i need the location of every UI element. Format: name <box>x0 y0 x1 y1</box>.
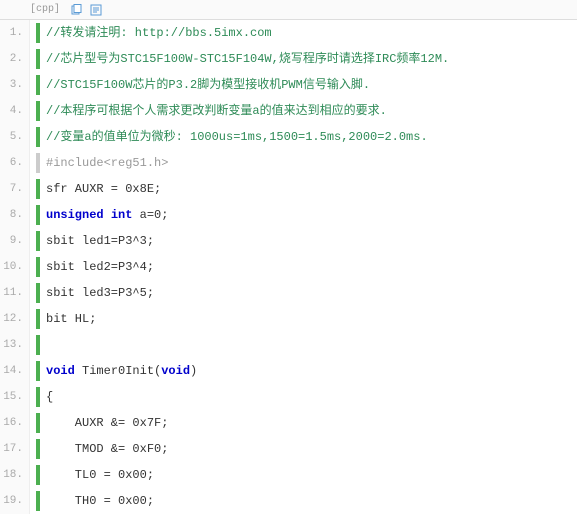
line-number: 5. <box>0 124 30 150</box>
code-line: 16. AUXR &= 0x7F; <box>0 410 577 436</box>
code-text: sbit led3=P3^5; <box>46 280 577 306</box>
code-text: sbit led1=P3^3; <box>46 228 577 254</box>
code-line: 3. //STC15F100W芯片的P3.2脚为模型接收机PWM信号输入脚. <box>0 72 577 98</box>
code-line: 8. unsigned int a=0; <box>0 202 577 228</box>
code-line: 12. bit HL; <box>0 306 577 332</box>
code-block: 1. //转发请注明: http://bbs.5imx.com 2. //芯片型号为S… <box>0 20 577 514</box>
code-line: 15. { <box>0 384 577 410</box>
code-text: bit HL; <box>46 306 577 332</box>
change-bar <box>36 49 40 69</box>
code-text <box>46 332 577 358</box>
change-bar <box>36 387 40 407</box>
line-number: 3. <box>0 72 30 98</box>
line-number: 16. <box>0 410 30 436</box>
code-line: 14. void Timer0Init(void) <box>0 358 577 384</box>
code-line: 11. sbit led3=P3^5; <box>0 280 577 306</box>
change-bar <box>36 361 40 381</box>
line-number: 2. <box>0 46 30 72</box>
code-text: //变量a的值单位为微秒: 1000us=1ms,1500=1.5ms,2000… <box>46 124 577 150</box>
code-header: [cpp] <box>0 0 577 20</box>
line-number: 11. <box>0 280 30 306</box>
code-text: AUXR &= 0x7F; <box>46 410 577 436</box>
line-number: 19. <box>0 488 30 514</box>
change-bar <box>36 75 40 95</box>
change-bar <box>36 231 40 251</box>
line-number: 12. <box>0 306 30 332</box>
change-bar <box>36 257 40 277</box>
code-line: 19. TH0 = 0x00; <box>0 488 577 514</box>
code-text: #include<reg51.h> <box>46 150 577 176</box>
line-number: 13. <box>0 332 30 358</box>
change-bar <box>36 283 40 303</box>
code-text: //本程序可根据个人需求更改判断变量a的值来达到相应的要求. <box>46 98 577 124</box>
code-text: TH0 = 0x00; <box>46 488 577 514</box>
code-line: 10. sbit led2=P3^4; <box>0 254 577 280</box>
copy-icon[interactable] <box>70 4 82 16</box>
code-text: TL0 = 0x00; <box>46 462 577 488</box>
code-text: //STC15F100W芯片的P3.2脚为模型接收机PWM信号输入脚. <box>46 72 577 98</box>
line-number: 14. <box>0 358 30 384</box>
change-bar <box>36 153 40 173</box>
line-number: 10. <box>0 254 30 280</box>
line-number: 18. <box>0 462 30 488</box>
code-line: 18. TL0 = 0x00; <box>0 462 577 488</box>
line-number: 4. <box>0 98 30 124</box>
change-bar <box>36 413 40 433</box>
code-line: 4. //本程序可根据个人需求更改判断变量a的值来达到相应的要求. <box>0 98 577 124</box>
line-number: 15. <box>0 384 30 410</box>
code-text: sfr AUXR = 0x8E; <box>46 176 577 202</box>
line-number: 9. <box>0 228 30 254</box>
change-bar <box>36 179 40 199</box>
code-text: //芯片型号为STC15F100W-STC15F104W,烧写程序时请选择IRC… <box>46 46 577 72</box>
language-tag: [cpp] <box>30 4 60 15</box>
code-line: 9. sbit led1=P3^3; <box>0 228 577 254</box>
change-bar <box>36 465 40 485</box>
line-number: 17. <box>0 436 30 462</box>
code-line: 6. #include<reg51.h> <box>0 150 577 176</box>
change-bar <box>36 205 40 225</box>
code-line: 2. //芯片型号为STC15F100W-STC15F104W,烧写程序时请选择I… <box>0 46 577 72</box>
code-text: //转发请注明: http://bbs.5imx.com <box>46 20 577 46</box>
code-text: sbit led2=P3^4; <box>46 254 577 280</box>
code-line: 1. //转发请注明: http://bbs.5imx.com <box>0 20 577 46</box>
change-bar <box>36 335 40 355</box>
code-line: 17. TMOD &= 0xF0; <box>0 436 577 462</box>
change-bar <box>36 309 40 329</box>
code-line: 5. //变量a的值单位为微秒: 1000us=1ms,1500=1.5ms,20… <box>0 124 577 150</box>
change-bar <box>36 491 40 511</box>
change-bar <box>36 23 40 43</box>
change-bar <box>36 439 40 459</box>
code-text: void Timer0Init(void) <box>46 358 577 384</box>
code-line: 7. sfr AUXR = 0x8E; <box>0 176 577 202</box>
code-text: { <box>46 384 577 410</box>
line-number: 8. <box>0 202 30 228</box>
view-icon[interactable] <box>90 4 102 16</box>
code-text: unsigned int a=0; <box>46 202 577 228</box>
change-bar <box>36 101 40 121</box>
line-number: 6. <box>0 150 30 176</box>
line-number: 1. <box>0 20 30 46</box>
code-line: 13. <box>0 332 577 358</box>
line-number: 7. <box>0 176 30 202</box>
code-text: TMOD &= 0xF0; <box>46 436 577 462</box>
change-bar <box>36 127 40 147</box>
